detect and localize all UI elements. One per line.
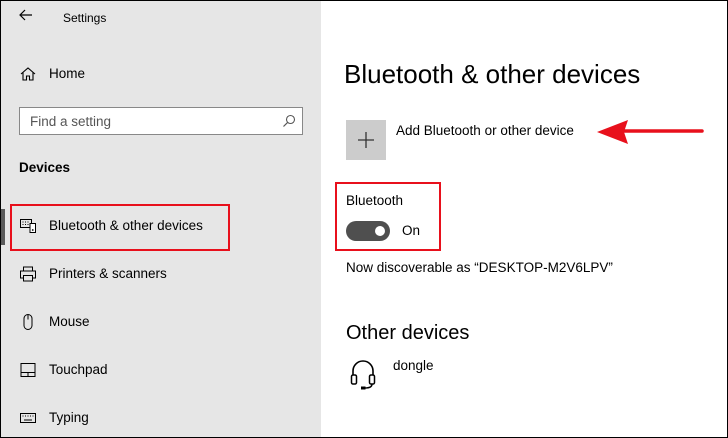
add-device-button[interactable] (346, 120, 386, 160)
keyboard-icon (20, 413, 36, 423)
sidebar-item-label: Home (49, 66, 86, 81)
headset-icon (350, 360, 376, 390)
device-name[interactable]: dongle (393, 358, 434, 373)
sidebar-item-printers[interactable]: Printers & scanners (1, 257, 321, 293)
highlight-box-sidebar (10, 204, 230, 251)
discoverable-text: Now discoverable as “DESKTOP-M2V6LPV” (346, 260, 613, 275)
add-device-label[interactable]: Add Bluetooth or other device (396, 123, 574, 138)
other-devices-title: Other devices (346, 322, 470, 344)
section-title: Devices (19, 160, 71, 175)
sidebar-item-label: Mouse (49, 314, 90, 329)
sidebar-item-label: Printers & scanners (49, 266, 167, 281)
sidebar-item-typing[interactable]: Typing (1, 401, 321, 437)
sidebar-item-mouse[interactable]: Mouse (1, 305, 321, 341)
page-title: Bluetooth & other devices (344, 59, 641, 89)
home-icon (20, 67, 36, 81)
bluetooth-toggle[interactable] (346, 221, 390, 241)
toggle-knob (375, 226, 385, 236)
sidebar-item-label: Typing (49, 410, 89, 425)
search-icon (283, 114, 296, 127)
mouse-icon (23, 314, 33, 330)
settings-window: Settings Home Find a setting Devices Blu… (0, 0, 728, 438)
back-button[interactable] (15, 7, 37, 29)
annotation-arrow (597, 120, 704, 144)
printer-icon (20, 266, 36, 282)
sidebar-item-touchpad[interactable]: Touchpad (1, 353, 321, 389)
sidebar: Settings Home Find a setting Devices Blu… (1, 1, 321, 437)
app-title: Settings (63, 11, 107, 25)
back-arrow-icon (19, 9, 32, 21)
search-placeholder: Find a setting (30, 114, 112, 129)
sidebar-item-home[interactable]: Home (1, 57, 321, 93)
bluetooth-label: Bluetooth (346, 193, 404, 208)
search-input[interactable]: Find a setting (19, 107, 303, 135)
touchpad-icon (20, 363, 36, 377)
sidebar-item-label: Touchpad (49, 362, 108, 377)
toggle-state-text: On (402, 223, 421, 238)
plus-icon (358, 132, 374, 148)
